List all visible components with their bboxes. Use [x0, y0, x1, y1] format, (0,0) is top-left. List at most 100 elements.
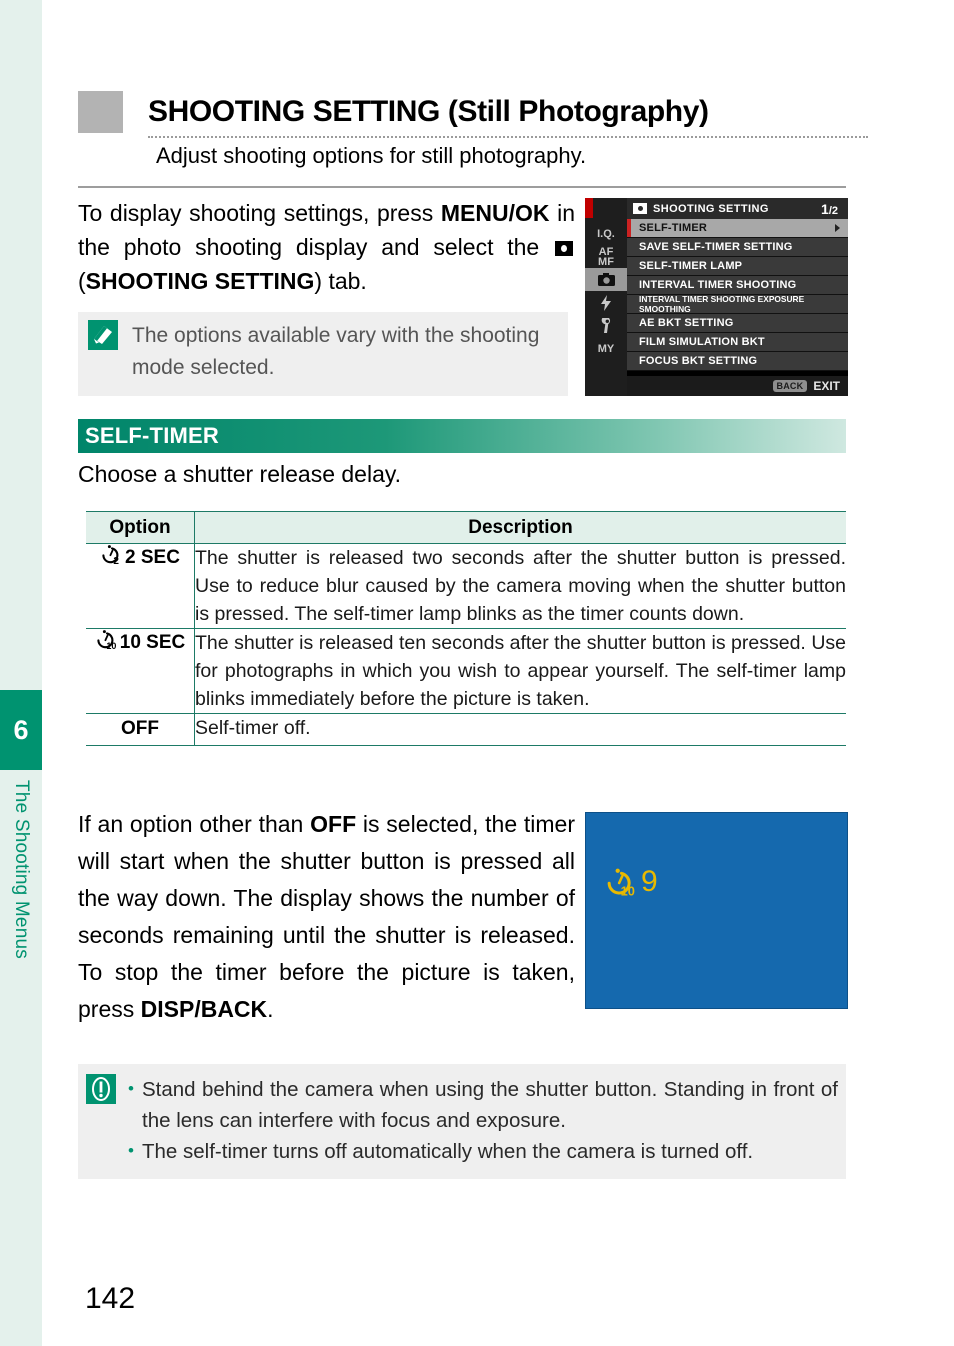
table-row: 10 10 SEC The shutter is released ten se… — [86, 628, 846, 714]
chapter-title-text: The Shooting Menus — [11, 780, 32, 959]
intro-text-3: ( — [78, 268, 86, 294]
description-cell: The shutter is released two seconds afte… — [194, 543, 846, 629]
svg-text:2: 2 — [113, 556, 119, 565]
camera-tab-image-quality[interactable]: I.Q. — [585, 222, 627, 245]
table-row: 2 2 SEC The shutter is released two seco… — [86, 543, 846, 629]
camera-menu-page-current: 1 — [821, 200, 829, 217]
title-dotted-rule — [148, 136, 868, 140]
camera-menu-header: SHOOTING SETTING 1/2 — [627, 198, 848, 219]
camera-menu-item-focus-bkt-setting[interactable]: FOCUS BKT SETTING — [627, 352, 848, 371]
camera-icon — [633, 203, 647, 214]
camera-shooting-setting-icon — [555, 241, 573, 256]
option-cell-2sec: 2 2 SEC — [86, 543, 195, 629]
description-cell: Self-timer off. — [194, 713, 846, 746]
camera-tab-my-menu[interactable]: MY — [585, 337, 627, 360]
option-label: OFF — [121, 718, 159, 739]
caution-exclamation-icon — [86, 1074, 116, 1104]
note-pencil-glyph — [94, 326, 112, 344]
lower-paragraph: If an option other than OFF is selected,… — [78, 806, 575, 1028]
list-item: The self-timer turns off automatically w… — [126, 1135, 838, 1167]
header-divider — [78, 186, 846, 188]
note-pencil-icon — [88, 320, 118, 350]
table-header: Option Description — [86, 511, 846, 544]
option-cell-off: OFF — [86, 713, 195, 746]
countdown-display-screenshot: 10 9 — [585, 812, 848, 1009]
intro-paragraph: To display shooting settings, press MENU… — [78, 196, 575, 298]
camera-menu-item-self-timer[interactable]: SELF-TIMER — [627, 219, 848, 238]
lower-text-2: is selected, the timer will start when t… — [78, 811, 575, 1022]
lower-disp-back-key: DISP/BACK — [140, 996, 268, 1022]
lower-off-label: OFF — [310, 811, 357, 837]
camera-menu-item-ae-bkt-setting[interactable]: AE BKT SETTING — [627, 314, 848, 333]
countdown-indicator: 10 9 — [604, 867, 658, 897]
chapter-title-vertical: The Shooting Menus — [0, 780, 42, 1040]
back-button-chip[interactable]: BACK — [772, 380, 808, 392]
caution-bullet-list: Stand behind the camera when using the s… — [126, 1073, 838, 1167]
camera-menu-item-label: INTERVAL TIMER SHOOTING EXPOSURE SMOOTHI… — [639, 294, 805, 314]
camera-menu-item-label: SELF-TIMER LAMP — [639, 260, 743, 272]
intro-menu-ok-key: MENU/OK — [440, 200, 550, 226]
lower-text-3: . — [267, 996, 274, 1022]
table-body: 2 2 SEC The shutter is released two seco… — [86, 543, 846, 746]
camera-menu-item-interval-timer-exposure-smoothing[interactable]: INTERVAL TIMER SHOOTING EXPOSURE SMOOTHI… — [627, 294, 848, 314]
page-title: SHOOTING SETTING (Still Photography) — [148, 95, 709, 128]
lower-text-1: If an option other than — [78, 811, 311, 837]
camera-menu-title: SHOOTING SETTING — [653, 202, 769, 215]
page-subtitle: Adjust shooting options for still photog… — [156, 143, 587, 168]
camera-menu-item-label: SELF-TIMER — [639, 222, 707, 234]
section-heading: SELF-TIMER — [85, 423, 219, 448]
svg-text:10: 10 — [621, 884, 635, 897]
camera-menu-item-label: SAVE SELF-TIMER SETTING — [639, 241, 793, 253]
intro-shooting-setting-label: SHOOTING SETTING — [85, 268, 315, 294]
camera-menu-item-save-self-timer-setting[interactable]: SAVE SELF-TIMER SETTING — [627, 238, 848, 257]
camera-menu-item-film-simulation-bkt[interactable]: FILM SIMULATION BKT — [627, 333, 848, 352]
camera-menu-tab-rail: I.Q. AF MF MY — [585, 198, 644, 396]
option-cell-10sec: 10 10 SEC — [86, 628, 195, 714]
camera-menu-item-label: AE BKT SETTING — [639, 317, 734, 329]
page-title-row: SHOOTING SETTING (Still Photography) — [78, 88, 868, 136]
list-item: Stand behind the camera when using the s… — [126, 1073, 838, 1136]
tip-note-text: The options available vary with the shoo… — [132, 324, 540, 379]
camera-tab-red-indicator — [585, 198, 593, 218]
chapter-side-strip — [0, 0, 42, 1346]
table-row: OFF Self-timer off. — [86, 713, 846, 746]
camera-menu-item-label: FOCUS BKT SETTING — [639, 355, 758, 367]
title-marker-square — [78, 91, 123, 133]
caution-note-box: Stand behind the camera when using the s… — [78, 1064, 846, 1179]
page-number: 142 — [85, 1282, 136, 1315]
camera-menu-screenshot: I.Q. AF MF MY SHOOTING SETTING 1/2 SELF-… — [585, 198, 848, 396]
camera-tab-flash[interactable] — [585, 291, 627, 314]
countdown-seconds: 9 — [641, 865, 658, 898]
camera-menu-item-self-timer-lamp[interactable]: SELF-TIMER LAMP — [627, 257, 848, 276]
camera-tab-shooting-setting[interactable] — [585, 268, 627, 291]
camera-tab-af-mf[interactable]: AF MF — [585, 245, 627, 268]
wrench-icon — [601, 317, 610, 333]
self-timer-2sec-icon: 2 — [102, 545, 119, 567]
column-header-description: Description — [194, 511, 846, 544]
self-timer-options-table: Option Description 2 2 SEC The shutter i… — [86, 511, 846, 746]
camera-icon — [597, 273, 615, 286]
camera-menu-item-interval-timer-shooting[interactable]: INTERVAL TIMER SHOOTING — [627, 276, 848, 295]
description-cell: The shutter is released ten seconds afte… — [194, 628, 846, 714]
section-heading-bar: SELF-TIMER — [78, 419, 846, 453]
self-timer-10sec-icon: 10 — [607, 868, 635, 897]
table-header-row: Option Description — [86, 511, 846, 544]
chevron-right-icon — [835, 224, 840, 232]
chapter-number-tab: 6 — [0, 690, 42, 770]
camera-menu-page-total: /2 — [828, 204, 838, 217]
camera-menu-page-indicator: 1/2 — [821, 201, 838, 217]
column-header-option: Option — [86, 511, 195, 544]
tip-note-box: The options available vary with the shoo… — [78, 312, 568, 396]
camera-menu-list: SELF-TIMER SAVE SELF-TIMER SETTING SELF-… — [627, 219, 848, 371]
page-content: SHOOTING SETTING (Still Photography) Adj… — [78, 0, 868, 1346]
intro-text-4: ) tab. — [314, 268, 367, 294]
caution-list: Stand behind the camera when using the s… — [126, 1073, 838, 1167]
self-timer-10sec-icon: 10 — [97, 630, 116, 651]
selection-accent-bar — [627, 219, 631, 237]
camera-menu-item-label: FILM SIMULATION BKT — [639, 336, 765, 348]
camera-menu-footer: BACK EXIT — [627, 376, 848, 396]
section-description: Choose a shutter release delay. — [78, 461, 402, 487]
camera-tab-setup[interactable] — [585, 314, 627, 337]
option-label: 2 SEC — [125, 547, 180, 568]
caution-exclamation-glyph — [92, 1077, 110, 1101]
